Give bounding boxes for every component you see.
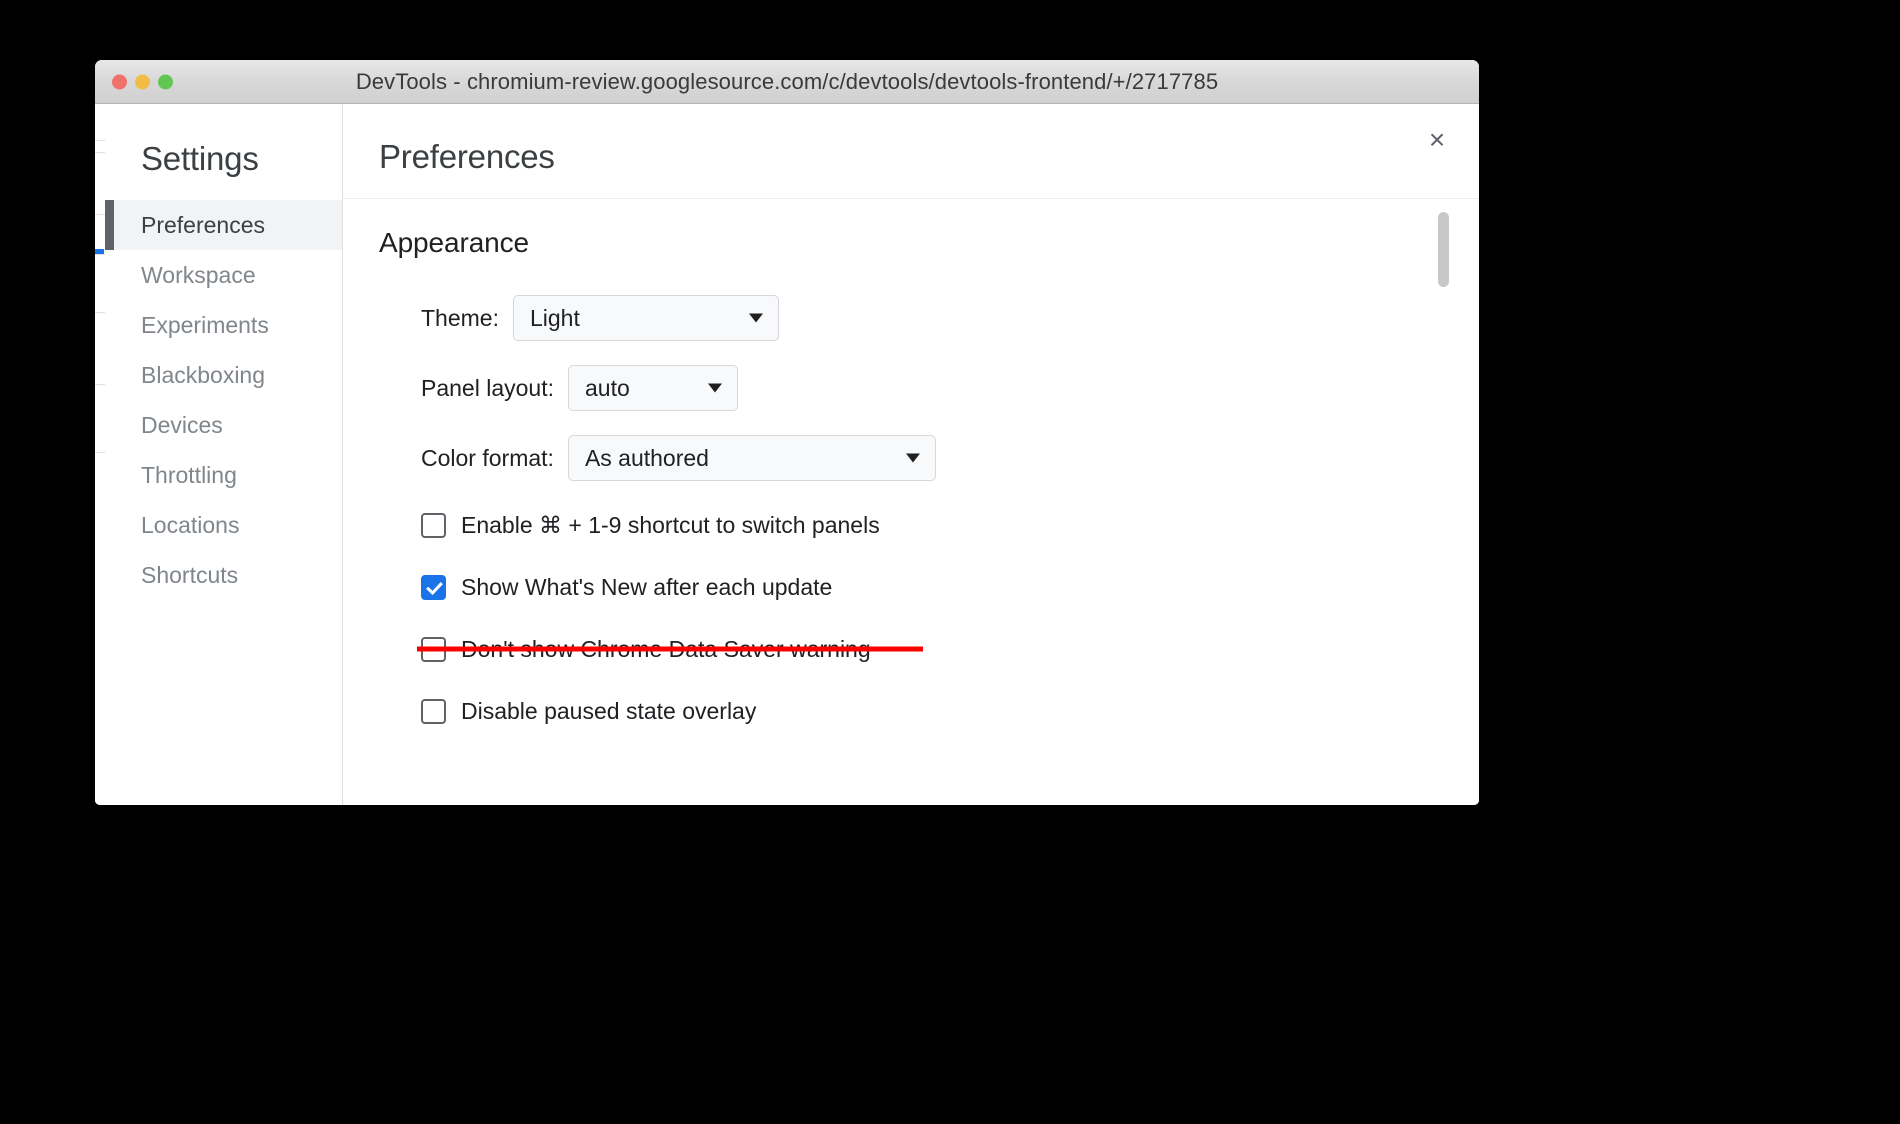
edge-tick: [95, 140, 105, 141]
field-row-theme: Theme: Light: [421, 295, 1479, 341]
checkbox-show-whats-new[interactable]: [421, 574, 446, 600]
checkbox-row-enable-cmd-shortcut[interactable]: Enable ⌘ + 1-9 shortcut to switch panels: [421, 505, 1479, 545]
sidebar-item-label: Experiments: [141, 311, 269, 338]
sidebar-item-devices[interactable]: Devices: [105, 400, 342, 450]
window-title: DevTools - chromium-review.googlesource.…: [355, 68, 1219, 94]
settings-sidebar: Settings Preferences Workspace Experimen…: [105, 104, 343, 805]
devtools-tab-indicator: [95, 249, 104, 254]
edge-tick: [95, 312, 105, 313]
edge-tick: [95, 452, 105, 453]
color-format-select[interactable]: As authored: [567, 435, 936, 481]
checkbox-label: Show What's New after each update: [461, 573, 833, 600]
checkbox-disable-paused-overlay[interactable]: [421, 698, 446, 724]
color-format-select-value: As authored: [584, 444, 709, 471]
checkbox-label: Don't show Chrome Data Saver warning: [461, 635, 871, 662]
minimize-window-icon[interactable]: [135, 74, 150, 89]
preferences-scrollbar[interactable]: [1438, 200, 1449, 805]
edge-tick: [95, 384, 105, 385]
sidebar-item-throttling[interactable]: Throttling: [105, 450, 342, 500]
checkbox-hide-data-saver-warning[interactable]: [421, 636, 446, 662]
chevron-down-icon: [905, 453, 920, 463]
chevron-down-icon: [707, 383, 722, 393]
checkbox-row-hide-data-saver-warning[interactable]: Don't show Chrome Data Saver warning: [417, 629, 1479, 669]
section-title-appearance: Appearance: [379, 227, 530, 258]
panel-layout-label: Panel layout:: [421, 374, 554, 401]
devtools-body: × Settings Preferences Workspace Experim…: [95, 104, 1479, 805]
close-icon[interactable]: ×: [1419, 122, 1455, 158]
sidebar-item-blackboxing[interactable]: Blackboxing: [105, 350, 342, 400]
field-row-panel-layout: Panel layout: auto: [421, 365, 1479, 411]
edge-tick: [95, 152, 105, 153]
field-row-color-format: Color format: As authored: [421, 435, 1479, 481]
settings-heading: Settings: [141, 140, 259, 177]
theme-label: Theme:: [421, 304, 499, 331]
theme-select-value: Light: [529, 304, 580, 331]
screen: DevTools - chromium-review.googlesource.…: [0, 0, 1900, 1124]
color-format-label: Color format:: [421, 444, 554, 471]
page-title: Preferences: [379, 138, 555, 175]
close-window-icon[interactable]: [112, 74, 127, 89]
edge-tick: [95, 254, 105, 255]
main-header: Preferences: [343, 104, 1479, 198]
panel-layout-select[interactable]: auto: [567, 365, 738, 411]
checkbox-row-disable-paused-overlay[interactable]: Disable paused state overlay: [421, 691, 1479, 731]
maximize-window-icon[interactable]: [158, 74, 173, 89]
sidebar-item-preferences[interactable]: Preferences: [105, 200, 342, 250]
edge-tick: [95, 214, 105, 215]
sidebar-item-label: Workspace: [141, 261, 256, 288]
traffic-lights: [112, 74, 173, 89]
sidebar-item-experiments[interactable]: Experiments: [105, 300, 342, 350]
chevron-down-icon: [748, 313, 763, 323]
checkbox-row-show-whats-new[interactable]: Show What's New after each update: [421, 567, 1479, 607]
panel-layout-select-value: auto: [584, 374, 630, 401]
checkbox-enable-cmd-shortcut[interactable]: [421, 512, 446, 538]
sidebar-item-label: Devices: [141, 411, 223, 438]
preferences-scroll-area[interactable]: Appearance Theme: Light Panel layout: au…: [343, 198, 1479, 805]
sidebar-item-label: Throttling: [141, 461, 237, 488]
sidebar-item-shortcuts[interactable]: Shortcuts: [105, 550, 342, 600]
window-titlebar[interactable]: DevTools - chromium-review.googlesource.…: [95, 60, 1479, 104]
os-window: DevTools - chromium-review.googlesource.…: [95, 60, 1479, 805]
theme-select[interactable]: Light: [512, 295, 779, 341]
sidebar-item-label: Preferences: [141, 211, 266, 238]
sidebar-item-label: Blackboxing: [141, 361, 266, 388]
checkbox-label: Disable paused state overlay: [461, 697, 757, 724]
checkbox-label: Enable ⌘ + 1-9 shortcut to switch panels: [461, 511, 880, 538]
sidebar-item-workspace[interactable]: Workspace: [105, 250, 342, 300]
sidebar-item-locations[interactable]: Locations: [105, 500, 342, 550]
settings-main: Preferences Appearance Theme: Light Pane…: [343, 104, 1479, 805]
sidebar-item-label: Shortcuts: [141, 561, 239, 588]
sidebar-item-label: Locations: [141, 511, 240, 538]
scrollbar-thumb[interactable]: [1438, 212, 1449, 287]
settings-dialog: × Settings Preferences Workspace Experim…: [105, 104, 1479, 805]
